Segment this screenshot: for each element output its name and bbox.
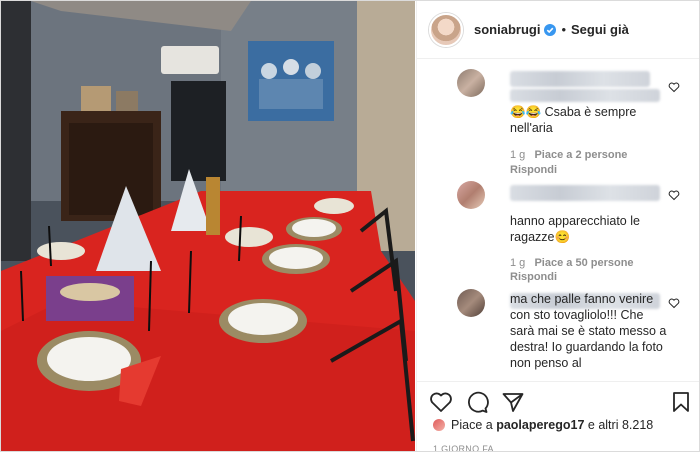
following-button[interactable]: Segui già xyxy=(571,22,629,37)
blurred-username xyxy=(510,71,650,87)
comment-likes[interactable]: Piace a 50 persone xyxy=(534,257,633,269)
post-photo[interactable] xyxy=(1,1,415,451)
post-timestamp: 1 GIORNO FA xyxy=(433,444,494,452)
smile-emoji-icon: 😊 xyxy=(554,230,571,244)
comment-text: hanno apparecchiato le ragazze😊 xyxy=(510,214,640,244)
comment-icon[interactable] xyxy=(465,390,489,414)
author-avatar[interactable] xyxy=(429,12,463,47)
heart-icon[interactable] xyxy=(668,189,680,201)
heart-icon[interactable] xyxy=(668,297,680,309)
blurred-text xyxy=(510,89,660,102)
header-separator: • xyxy=(561,22,567,37)
author-username[interactable]: soniabrugi xyxy=(474,22,540,37)
instagram-post: soniabrugi • Segui già 😂😂 Csaba è sempre… xyxy=(0,0,700,452)
post-side-panel: soniabrugi • Segui già 😂😂 Csaba è sempre… xyxy=(416,1,699,452)
bookmark-icon[interactable] xyxy=(669,390,693,414)
commenter-avatar[interactable] xyxy=(457,69,485,97)
comment-text: 😂😂 Csaba è sempre nell'aria xyxy=(510,105,637,135)
share-icon[interactable] xyxy=(501,390,525,414)
dinner-table-photo xyxy=(1,1,415,451)
heart-icon[interactable] xyxy=(668,81,680,93)
liker-avatar xyxy=(433,419,445,431)
post-actions-bar xyxy=(417,381,699,417)
comment-text-body: ma che palle fanno venire con sto tovagl… xyxy=(510,292,667,370)
verified-badge-icon xyxy=(544,23,557,36)
comment-time: 1 g xyxy=(510,149,526,161)
likes-prefix: Piace a xyxy=(451,418,493,432)
post-header: soniabrugi • Segui già xyxy=(417,1,699,59)
likes-others[interactable]: e altri 8.218 xyxy=(588,418,653,432)
comment-time: 1 g xyxy=(510,257,526,269)
commenter-avatar[interactable] xyxy=(457,289,485,317)
comment-likes[interactable]: Piace a 2 persone xyxy=(534,149,627,161)
comments-list: 😂😂 Csaba è sempre nell'aria 1 g Piace a … xyxy=(417,59,699,381)
likes-summary[interactable]: Piace a paolaperego17 e altri 8.218 xyxy=(433,418,653,432)
liker-username[interactable]: paolaperego17 xyxy=(496,418,584,432)
comment-meta: 1 g Piace a 50 persone xyxy=(510,257,634,269)
blurred-username xyxy=(510,185,660,201)
commenter-avatar[interactable] xyxy=(457,181,485,209)
comment-meta: 1 g Piace a 2 persone xyxy=(510,149,627,161)
reply-button[interactable]: Rispondi xyxy=(510,271,557,283)
heart-icon[interactable] xyxy=(429,390,453,414)
smile-emoji-icon: 😂😂 xyxy=(510,105,545,119)
reply-button[interactable]: Rispondi xyxy=(510,164,557,176)
